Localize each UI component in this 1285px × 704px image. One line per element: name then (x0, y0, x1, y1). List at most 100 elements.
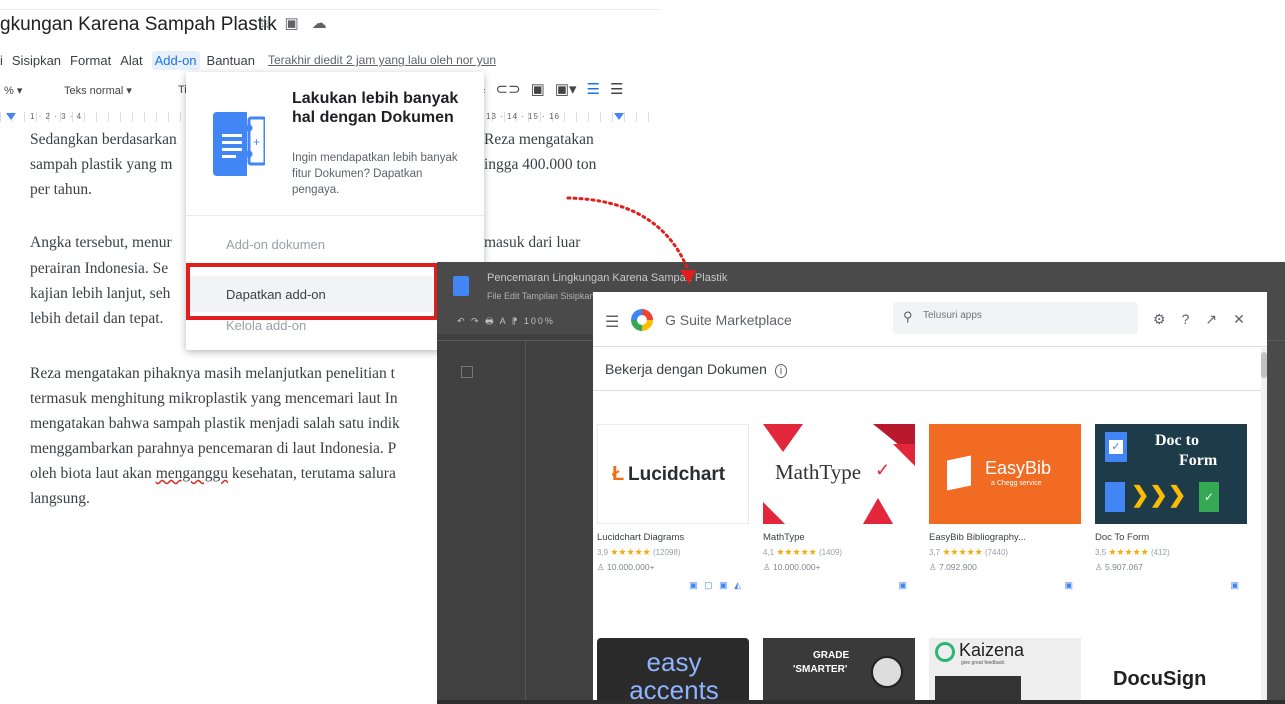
body-text-line[interactable]: Angka tersebut, menur (30, 230, 172, 255)
checkmark-icon: ✓ (875, 460, 891, 480)
marketplace-logo-icon (631, 309, 653, 331)
checkbox-icon: ✓ (1109, 440, 1123, 454)
cloud-status-icon: ☁ (311, 15, 327, 32)
menu-format[interactable]: Format (70, 53, 111, 68)
body-text-line[interactable]: termasuk menghitung mikroplastik yang me… (30, 386, 398, 411)
body-text-line[interactable]: sampah plastik yang m (30, 152, 173, 177)
body-text-line[interactable]: Reza mengatakan (484, 127, 594, 152)
easybib-logo-text: EasyBib (985, 458, 1052, 478)
scrollbar-thumb[interactable] (1261, 352, 1267, 378)
section-heading: Bekerja dengan Dokumen i (605, 361, 788, 378)
app-rating: 3,7 ★★★★★ (7440) (929, 547, 1009, 557)
app-name: Lucidchart Diagrams (597, 532, 685, 543)
body-text-segment: oleh biota laut akan (30, 465, 156, 482)
docs-file-icon (453, 276, 469, 296)
grade-smarter-text-2: 'SMARTER' (793, 664, 848, 675)
style-select[interactable]: Teks normal ▾ (64, 84, 132, 97)
doc-to-form-logo: ✓ Doc to Form ❯❯❯ ✓ (1095, 424, 1247, 524)
move-folder-icon[interactable]: ▣ (284, 14, 298, 32)
kaizena-tagline: give great feedback (961, 660, 1005, 666)
menu-help[interactable]: Bantuan (207, 53, 255, 68)
doc-to-form-text-2: Form (1179, 452, 1218, 469)
hamburger-menu-icon[interactable]: ☰ (605, 312, 619, 332)
info-icon[interactable]: i (774, 364, 788, 378)
star-icon[interactable]: ☆ (258, 14, 271, 32)
addon-section-label: Add-on dokumen (226, 237, 326, 252)
body-text-line[interactable]: Sedangkan berdasarkan (30, 127, 177, 152)
open-external-icon[interactable]: ↗ (1205, 311, 1217, 328)
marketplace-search-box[interactable]: ⚲ (893, 302, 1138, 334)
indent-marker-left[interactable] (6, 113, 16, 120)
body-text-line[interactable]: perairan Indonesia. Se (30, 256, 168, 281)
last-edit-link[interactable]: Terakhir diedit 2 jam yang lalu oleh nor… (268, 53, 496, 67)
mathtype-logo: MathType ✓ (763, 424, 915, 524)
indent-marker-right[interactable] (614, 113, 624, 120)
mascot-icon (871, 656, 903, 688)
marketplace-dialog: ☰ G Suite Marketplace ⚲ ⚙ ? ↗ ✕ Bekerja … (593, 292, 1267, 704)
app-rating: 4,1 ★★★★★ (1409) (763, 547, 843, 557)
help-icon[interactable]: ? (1182, 311, 1190, 328)
body-text-line[interactable]: langsung. (30, 486, 90, 511)
marketplace-header-icons: ⚙ ? ↗ ✕ (1153, 311, 1245, 328)
menu-addons[interactable]: Add-on (151, 50, 200, 70)
align-center-icon[interactable]: ☰ (610, 80, 623, 98)
header-divider (593, 346, 1267, 347)
image-icon[interactable]: ▣▾ (555, 80, 577, 98)
body-text-segment: kesehatan, terutama salura (228, 465, 396, 482)
top-divider (0, 9, 660, 10)
document-title[interactable]: gkungan Karena Sampah Plastik (0, 14, 277, 36)
sheet-icon: ✓ (1199, 482, 1219, 512)
title-icons: ☆ ▣ ☁ (258, 14, 327, 32)
svg-text:+: + (253, 135, 260, 149)
settings-icon[interactable]: ⚙ (1153, 311, 1166, 328)
rating-stars: ★★★★★ (1108, 547, 1149, 557)
overlay-outline-icon (461, 366, 473, 378)
grade-smarter-logo: GRADE 'SMARTER' (763, 638, 915, 704)
menu-bar: i Sisipkan Format Alat Add-on Bantuan Te… (0, 50, 496, 70)
scrollbar[interactable] (1261, 348, 1267, 704)
body-text-line[interactable]: Reza mengatakan pihaknya masih melanjutk… (30, 361, 395, 386)
search-icon: ⚲ (903, 309, 913, 324)
align-left-icon[interactable]: ☰ (587, 80, 600, 98)
compatible-apps-icons: ▣ ▢ ▣ ◭ (689, 580, 743, 590)
grade-smarter-text-1: GRADE (813, 650, 850, 661)
app-rating: 3,9 ★★★★★ (12098) (597, 547, 681, 557)
chevrons-icon: ❯❯❯ (1131, 482, 1187, 507)
body-text-line[interactable]: ingga 400.000 ton (484, 152, 596, 177)
docusign-logo-text: DocuSign (1113, 668, 1207, 690)
rating-stars: ★★★★★ (776, 547, 817, 557)
app-name: EasyBib Bibliography... (929, 532, 1026, 543)
compatible-apps-icons: ▣ (1230, 580, 1241, 590)
body-text-line[interactable]: oleh biota laut akan menganggu kesehatan… (30, 461, 396, 486)
close-icon[interactable]: ✕ (1233, 311, 1245, 328)
highlight-annotation-box (186, 263, 438, 320)
comment-icon[interactable]: ▣ (531, 80, 545, 98)
body-text-line[interactable]: lebih detail dan tepat. (30, 306, 163, 331)
menu-insert[interactable]: Sisipkan (12, 53, 61, 68)
kaizena-logo: Kaizena give great feedback (929, 638, 1081, 704)
doc-to-form-text-1: Doc to (1155, 432, 1199, 449)
section-heading-text: Bekerja dengan Dokumen (605, 361, 767, 377)
body-text-line[interactable]: kajian lebih lanjut, seh (30, 281, 170, 306)
menu-item-partial[interactable]: i (0, 53, 3, 68)
spelling-error[interactable]: menganggu (156, 465, 228, 482)
mathtype-logo-text: MathType (775, 460, 862, 484)
rating-stars: ★★★★★ (942, 547, 983, 557)
menu-divider (186, 215, 484, 216)
doc-icon (1105, 482, 1125, 512)
link-icon[interactable]: ⊂⊃ (496, 80, 521, 98)
search-input[interactable] (923, 310, 1123, 321)
ruler-numbers-right: 13 · 14 · 15 · 16 (486, 112, 560, 121)
body-text-line[interactable]: per tahun. (30, 177, 92, 202)
overlay-toolbar: ↶ ↷ 🖶 A ⁋ 100% (457, 316, 555, 326)
body-text-line[interactable]: menggambarkan parahnya pencemaran di lau… (30, 436, 396, 461)
menu-tools[interactable]: Alat (120, 53, 142, 68)
promo-description[interactable]: Ingin mendapatkan lebih banyak fitur Dok… (292, 150, 462, 198)
body-text-line[interactable]: mengatakan bahwa sampah plastik menjadi … (30, 411, 400, 436)
manage-addons-menu-item[interactable]: Kelola add-on (226, 318, 306, 333)
zoom-select[interactable]: % ▾ (4, 84, 22, 97)
marketplace-name: G Suite Marketplace (665, 312, 792, 328)
app-users: ♙ 10.000.000+ (763, 562, 821, 572)
easybib-logo: EasyBib a Chegg service (929, 424, 1081, 524)
docs-addon-icon: + (213, 112, 265, 176)
